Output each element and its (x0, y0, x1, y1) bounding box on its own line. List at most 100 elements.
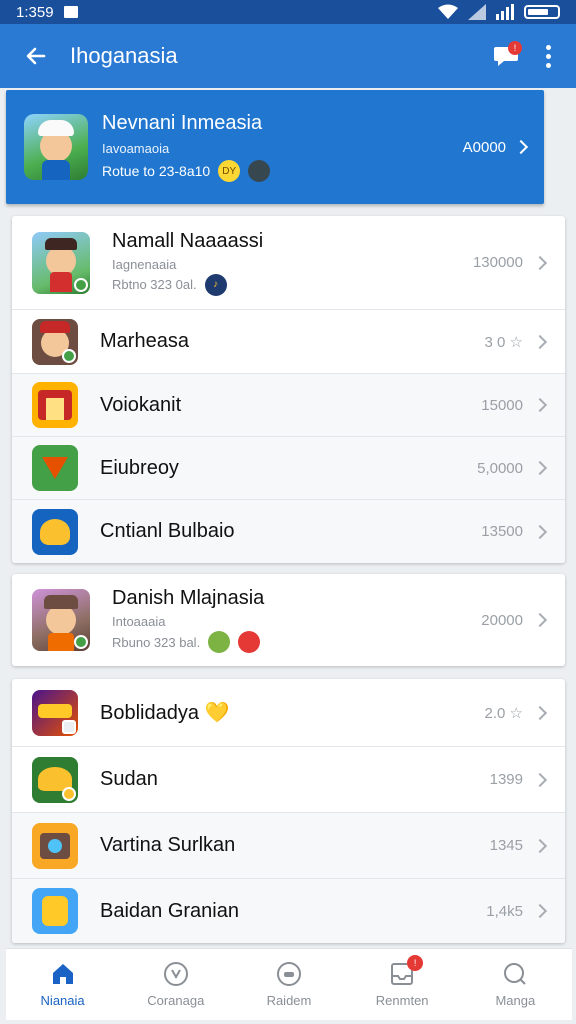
nav-label: Coranaga (147, 993, 205, 1008)
list-item[interactable]: Voiokanit 15000 (12, 373, 565, 436)
more-dot (545, 53, 551, 59)
featured-value: A0000 (462, 138, 506, 156)
game-icon (32, 231, 90, 294)
notification-icon (63, 6, 78, 18)
game-icon (32, 508, 78, 555)
leaf-icon (208, 631, 231, 653)
chevron-right-icon (532, 903, 548, 919)
status-bar: 1:359 (0, 0, 576, 24)
nav-label: Manga (495, 993, 536, 1008)
item-value: 13500 (481, 523, 523, 540)
featured-name: Nevnani Inmeasia (102, 112, 263, 134)
signal-icon (468, 4, 486, 20)
nav-item-home[interactable]: Nianaia (8, 961, 118, 1008)
chevron-right-icon (532, 397, 548, 413)
inbox-badge: ! (407, 955, 424, 971)
item-name: Boblidadya 💛 (100, 702, 230, 724)
nav-item-games[interactable]: Raidem (234, 961, 344, 1008)
more-dot (545, 62, 551, 68)
item-name: Vartina Surlkan (100, 834, 236, 856)
search-icon (502, 961, 528, 987)
featured-subtitle: Iavoamaoia (102, 141, 170, 156)
item-subtitle: Iagnenaaia (112, 256, 177, 272)
compass-icon (163, 961, 189, 987)
list-card: Boblidadya 💛 2.0 ☆ Sudan 1399 Vartina Su… (12, 679, 565, 943)
game-icon (32, 318, 78, 365)
chevron-right-icon (532, 334, 548, 349)
more-dot (545, 44, 551, 50)
chevron-right-icon (532, 772, 548, 787)
ninja-icon (248, 160, 271, 182)
list-item[interactable]: Vartina Surlkan 1345 (12, 812, 565, 878)
bottom-navigation: Nianaia Coranaga Raidem ! Renmten Manga (6, 948, 572, 1020)
list-item[interactable]: Namall Naaaassi Iagnenaaia Rbtno 323 0al… (12, 216, 565, 309)
item-value: 20000 (481, 611, 523, 629)
item-name: Danish Mlajnasia (112, 587, 265, 609)
wifi-icon (438, 4, 458, 19)
featured-meta: Rotue to 23-8a10 (102, 163, 211, 179)
nav-label: Raidem (266, 993, 312, 1008)
coin-icon: DY (218, 160, 241, 182)
item-name: Baidan Granian (100, 899, 239, 922)
nav-item-explore[interactable]: Coranaga (121, 961, 231, 1008)
list-item[interactable]: Baidan Granian 1,4k5 (12, 878, 565, 943)
item-value: 5,0000 (477, 459, 523, 477)
item-value: 2.0 ☆ (484, 704, 523, 722)
game-icon (32, 756, 78, 803)
guitar-icon: ♪ (204, 273, 227, 296)
item-name: Namall Naaaassi (112, 229, 264, 252)
game-icon (32, 382, 78, 428)
list-item[interactable]: Sudan 1399 (12, 746, 565, 812)
list-item[interactable]: Marheasa 3 0 ☆ (12, 309, 565, 373)
chat-button[interactable]: ! (488, 38, 524, 74)
nav-item-inbox[interactable]: ! Renmten (347, 955, 457, 1008)
featured-card[interactable]: Nevnani Inmeasia Iavoamaoia Rotue to 23-… (6, 90, 544, 204)
item-name: Sudan (100, 768, 158, 790)
item-value: 3 0 ☆ (484, 333, 523, 351)
list-item[interactable]: Danish Mlajnasia Intoaaaia Rbuno 323 bal… (12, 574, 565, 666)
item-name: Voiokanit (100, 393, 182, 416)
chevron-right-icon (532, 524, 548, 539)
status-time: 1:359 (16, 3, 54, 21)
back-button[interactable] (18, 38, 54, 74)
item-name: Eiubreoy (100, 456, 179, 479)
list-item[interactable]: Cntianl Bulbaio 13500 (12, 499, 565, 563)
list-card: Namall Naaaassi Iagnenaaia Rbtno 323 0al… (12, 216, 565, 563)
list-item[interactable]: Eiubreoy 5,0000 (12, 436, 565, 499)
item-value: 1345 (489, 837, 523, 854)
item-name: Marheasa (100, 330, 189, 352)
item-value: 15000 (481, 396, 523, 414)
chevron-right-icon (532, 612, 548, 628)
chevron-right-icon (513, 139, 529, 155)
nav-item-search[interactable]: Manga (460, 961, 570, 1008)
app-bar: Ihoganasia ! (0, 24, 576, 88)
page-title: Ihoganasia (70, 43, 178, 68)
signal-bars-icon (496, 4, 514, 20)
game-icon (32, 445, 78, 491)
battery-icon (524, 5, 560, 19)
item-value: 1399 (489, 771, 523, 788)
item-name: Cntianl Bulbaio (100, 520, 235, 542)
game-icon (32, 589, 90, 651)
inbox-icon: ! (389, 955, 424, 987)
chevron-right-icon (532, 838, 548, 853)
ruby-icon (238, 631, 261, 653)
featured-avatar (24, 114, 88, 180)
nav-label: Renmten (375, 993, 429, 1008)
chevron-right-icon (532, 255, 548, 270)
item-subtitle: Intoaaaia (112, 614, 166, 629)
home-icon (50, 961, 76, 987)
chevron-right-icon (532, 460, 548, 476)
list-card: Danish Mlajnasia Intoaaaia Rbuno 323 bal… (12, 574, 565, 666)
nav-label: Nianaia (40, 993, 85, 1008)
item-value: 130000 (472, 254, 523, 271)
chat-badge: ! (508, 41, 522, 55)
list-item[interactable]: Boblidadya 💛 2.0 ☆ (12, 679, 565, 746)
arrow-left-icon (26, 47, 46, 65)
chevron-right-icon (532, 705, 548, 720)
game-icon (32, 822, 78, 869)
game-icon (32, 689, 78, 736)
gamepad-icon (276, 961, 302, 987)
item-value: 1,4k5 (486, 902, 523, 920)
more-options-button[interactable] (538, 38, 558, 74)
